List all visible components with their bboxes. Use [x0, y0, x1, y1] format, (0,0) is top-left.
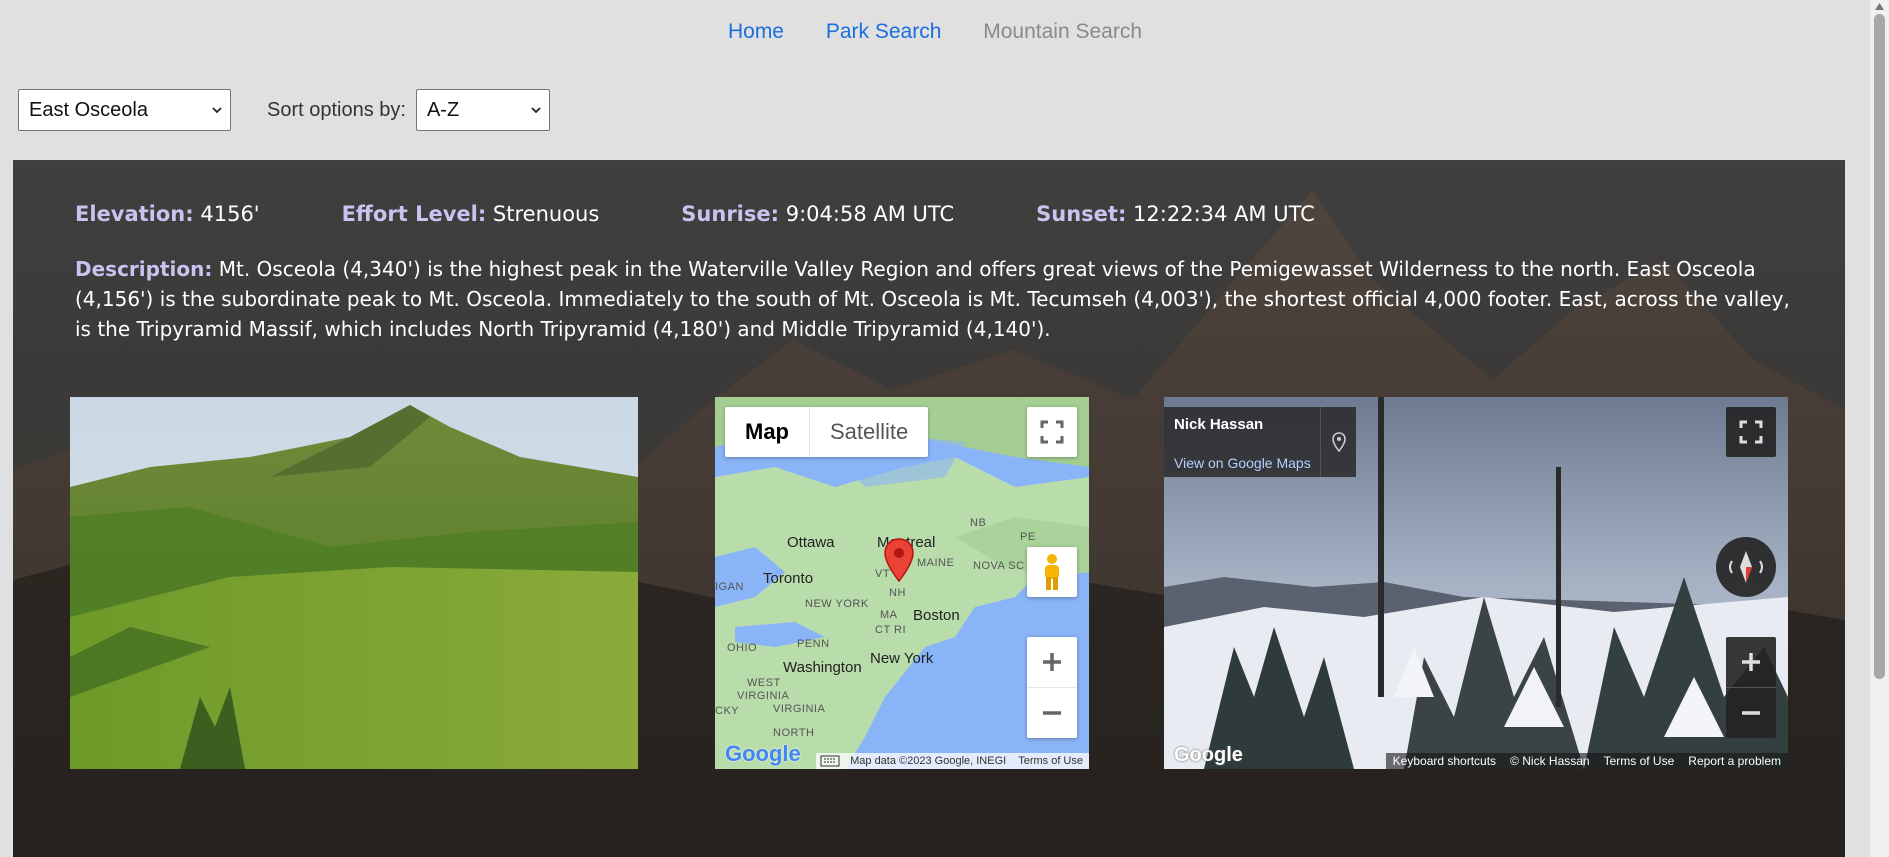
mountain-select-value: East Osceola: [29, 98, 148, 121]
street-view-zoom-out-button[interactable]: [1726, 688, 1776, 738]
map-label-west: WEST: [747, 677, 781, 689]
map-type-map-button[interactable]: Map: [725, 407, 809, 457]
nav-mountain-search-link[interactable]: Mountain Search: [983, 20, 1142, 44]
mountain-photo-image: [70, 397, 638, 769]
sunrise-stat: Sunrise: 9:04:58 AM UTC: [681, 202, 954, 226]
keyboard-shortcuts-link[interactable]: Keyboard shortcuts: [1386, 754, 1503, 768]
map-label-cky: CKY: [715, 705, 740, 717]
map-label-ottawa: Ottawa: [787, 534, 835, 551]
effort-value: Strenuous: [492, 202, 600, 226]
elevation-stat: Elevation: 4156': [75, 202, 260, 226]
plus-icon: [1742, 653, 1760, 671]
map-label-north: NORTH: [773, 727, 815, 739]
description-text: Mt. Osceola (4,340') is the highest peak…: [75, 257, 1790, 341]
location-marker-icon[interactable]: [882, 537, 916, 583]
map-zoom-control: [1027, 637, 1077, 738]
google-map[interactable]: Ottawa Montreal Toronto Boston New York …: [715, 397, 1089, 769]
report-problem-link[interactable]: Report a problem: [1681, 754, 1788, 768]
map-label-ny-state: NEW YORK: [805, 598, 869, 610]
map-label-ohio: OHIO: [727, 642, 758, 654]
description: Description: Mt. Osceola (4,340') is the…: [75, 254, 1795, 344]
plus-icon: [1043, 653, 1061, 671]
minus-icon: [1043, 710, 1061, 715]
effort-stat: Effort Level: Strenuous: [342, 202, 600, 226]
sort-label: Sort options by:: [267, 98, 406, 121]
street-view-compass[interactable]: [1716, 537, 1776, 597]
pegman-button[interactable]: [1027, 547, 1077, 597]
map-label-penn: PENN: [797, 638, 830, 650]
mountain-select[interactable]: East Osceola: [18, 89, 231, 131]
map-fullscreen-button[interactable]: [1027, 407, 1077, 457]
controls-bar: East Osceola Sort options by: A-Z: [18, 89, 550, 131]
map-footer: Map data ©2023 Google, INEGI Terms of Us…: [816, 753, 1089, 769]
street-view-zoom-in-button[interactable]: [1726, 638, 1776, 688]
map-label-ma: MA: [880, 609, 898, 621]
map-type-satellite-button[interactable]: Satellite: [809, 407, 928, 457]
street-view-terms-link[interactable]: Terms of Use: [1597, 754, 1682, 768]
sunset-label: Sunset:: [1036, 202, 1127, 226]
street-view-fullscreen-button[interactable]: [1726, 407, 1776, 457]
mountain-detail-panel: Elevation: 4156' Effort Level: Strenuous…: [13, 160, 1845, 857]
compass-icon: [1729, 551, 1763, 583]
map-label-pe: PE: [1020, 531, 1036, 543]
sort-select[interactable]: A-Z: [415, 89, 550, 131]
map-label-maine: MAINE: [917, 557, 955, 569]
scroll-up-icon[interactable]: [1875, 3, 1884, 10]
google-logo: Google: [725, 741, 801, 766]
elevation-label: Elevation:: [75, 202, 194, 226]
street-view-footer: Keyboard shortcuts © Nick Hassan Terms o…: [1385, 753, 1788, 769]
sunset-value: 12:22:34 AM UTC: [1133, 202, 1315, 226]
view-on-google-maps-link[interactable]: View on Google Maps: [1174, 455, 1311, 471]
map-label-igan: IGAN: [715, 581, 744, 593]
pegman-icon: [1045, 554, 1059, 590]
effort-label: Effort Level:: [341, 202, 487, 226]
keyboard-icon[interactable]: [820, 755, 840, 767]
map-label-nh: NH: [889, 587, 906, 599]
map-zoom-in-button[interactable]: [1027, 638, 1077, 688]
sort-select-value: A-Z: [426, 98, 460, 121]
map-label-nova-scotia: NOVA SC: [973, 560, 1025, 572]
map-label-virginia: VIRGINIA: [773, 703, 826, 715]
nav-park-search-link[interactable]: Park Search: [826, 20, 942, 44]
chevron-down-icon: [212, 107, 222, 114]
description-label: Description:: [75, 257, 213, 281]
street-view-panorama[interactable]: Nick Hassan View on Google Maps Google K…: [1164, 397, 1788, 769]
map-zoom-out-button[interactable]: [1027, 688, 1077, 738]
map-label-virginia-west: VIRGINIA: [737, 690, 790, 702]
street-view-author: Nick Hassan: [1174, 416, 1264, 433]
map-type-toggle: Map Satellite: [725, 407, 929, 457]
chevron-down-icon: [531, 107, 541, 114]
map-terms-link[interactable]: Terms of Use: [1012, 755, 1089, 767]
mountain-photo: [70, 397, 638, 769]
street-view-zoom-control: [1726, 637, 1776, 738]
map-label-nb: NB: [970, 517, 987, 529]
fullscreen-icon: [1040, 420, 1064, 444]
photo-credit: © Nick Hassan: [1510, 754, 1590, 768]
map-label-toronto: Toronto: [763, 570, 814, 587]
page-scrollbar[interactable]: [1870, 0, 1889, 857]
elevation-value: 4156': [200, 202, 260, 226]
stats-row: Elevation: 4156' Effort Level: Strenuous…: [75, 202, 1397, 226]
sunrise-label: Sunrise:: [681, 202, 780, 226]
scrollbar-thumb[interactable]: [1874, 14, 1885, 679]
map-label-boston: Boston: [913, 607, 960, 624]
street-view-info-box: Nick Hassan View on Google Maps: [1164, 407, 1356, 477]
sunset-stat: Sunset: 12:22:34 AM UTC: [1036, 202, 1315, 226]
location-pin-icon[interactable]: [1320, 407, 1356, 477]
nav-home-link[interactable]: Home: [728, 20, 784, 44]
map-label-washington: Washington: [783, 659, 862, 676]
top-nav: Home Park Search Mountain Search: [0, 20, 1870, 44]
map-data-credit: Map data ©2023 Google, INEGI: [850, 755, 1007, 767]
map-label-ct-ri: CT RI: [875, 624, 907, 636]
minus-icon: [1742, 710, 1760, 715]
map-label-new-york: New York: [870, 650, 934, 667]
fullscreen-icon: [1739, 420, 1763, 444]
sunrise-value: 9:04:58 AM UTC: [785, 202, 955, 226]
google-logo: Google: [1174, 744, 1243, 766]
